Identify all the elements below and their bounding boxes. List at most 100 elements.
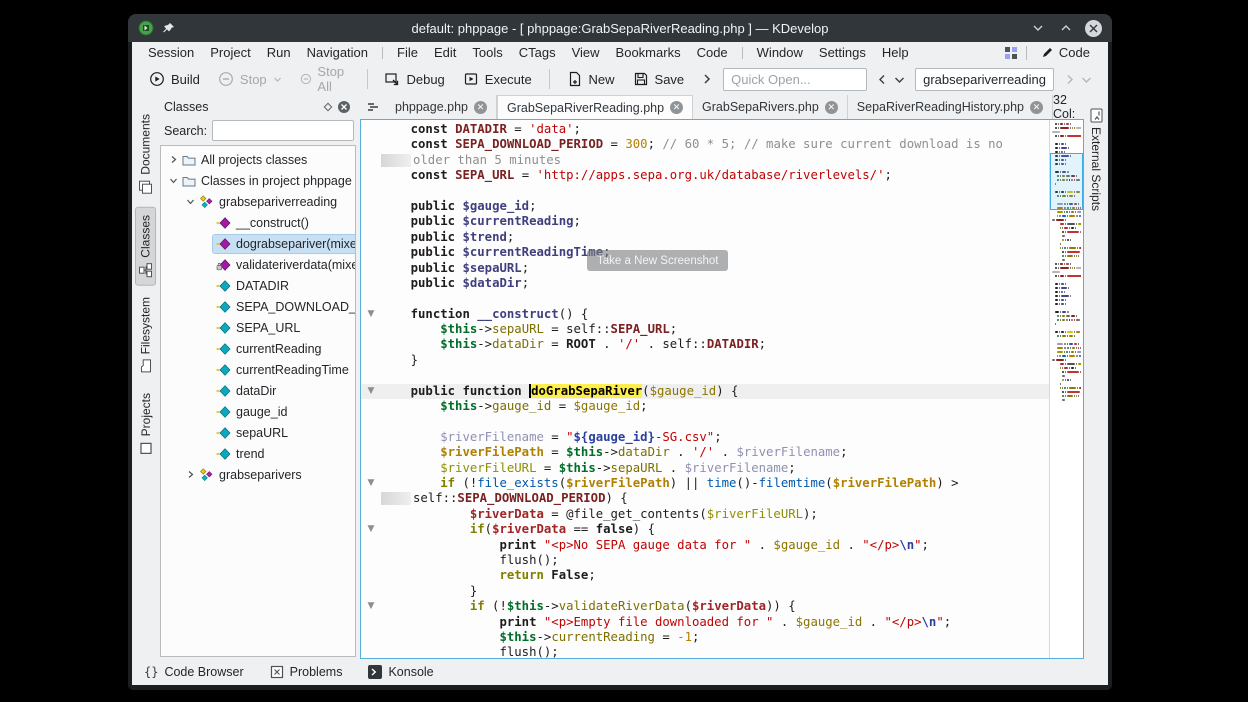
document-list-icon[interactable]	[360, 95, 386, 119]
titlebar[interactable]: default: phppage - [ phppage:GrabSepaRiv…	[128, 14, 1112, 42]
menu-bookmarks[interactable]: Bookmarks	[608, 44, 689, 61]
tab-close-icon[interactable]: ✕	[670, 101, 683, 114]
fold-marker[interactable]: ▼	[361, 307, 381, 322]
class-tree-item[interactable]: SEPA_DOWNLOAD_PERIOD	[161, 296, 355, 317]
class-search-input[interactable]	[212, 120, 354, 141]
editor-tab[interactable]: SepaRiverReadingHistory.php✕	[848, 95, 1053, 119]
minimap[interactable]	[1049, 120, 1083, 658]
code-line: const SEPA_DOWNLOAD_PERIOD = 300; // 60 …	[361, 137, 1049, 152]
menu-navigation[interactable]: Navigation	[299, 44, 376, 61]
class-tree-item[interactable]: SEPA_URL	[161, 317, 355, 338]
code-line: public $currentReading;	[361, 214, 1049, 229]
class-tree-item[interactable]: dataDir	[161, 380, 355, 401]
class-tree-item[interactable]: grabsepariverreading	[161, 191, 355, 212]
gutter	[361, 553, 381, 568]
konsole-button[interactable]: Konsole	[368, 665, 433, 679]
code-editor[interactable]: const DATADIR = 'data'; const SEPA_DOWNL…	[360, 119, 1084, 659]
editor-tabbar: phppage.php✕GrabSepaRiverReading.php✕Gra…	[360, 95, 1084, 119]
code-browser-button[interactable]: {} Code Browser	[144, 665, 244, 679]
class-tree-item[interactable]: Classes in project phppage	[161, 170, 355, 191]
minimap-viewport[interactable]	[1050, 153, 1083, 210]
expander-collapsed[interactable]	[167, 155, 179, 164]
expander-expanded[interactable]	[184, 197, 196, 206]
float-panel-icon[interactable]	[320, 99, 336, 115]
gutter	[361, 538, 381, 553]
expander-expanded[interactable]	[167, 176, 179, 185]
dock-tab-projects[interactable]: Projects	[137, 386, 155, 462]
class-tree-item[interactable]: currentReadingTime	[161, 359, 355, 380]
gutter	[361, 122, 381, 137]
menu-file[interactable]: File	[389, 44, 426, 61]
menu-help[interactable]: Help	[874, 44, 917, 61]
editor-tab[interactable]: GrabSepaRivers.php✕	[693, 95, 848, 119]
menu-view[interactable]: View	[564, 44, 608, 61]
stop-all-button[interactable]: Stop All	[293, 60, 357, 98]
menu-ctags[interactable]: CTags	[511, 44, 564, 61]
dock-tab-documents[interactable]: Documents	[136, 107, 155, 202]
menu-run[interactable]: Run	[259, 44, 299, 61]
save-button[interactable]: Save	[626, 67, 692, 91]
menu-tools[interactable]: Tools	[464, 44, 510, 61]
class-tree-item[interactable]: All projects classes	[161, 149, 355, 170]
editor-tab[interactable]: GrabSepaRiverReading.php✕	[497, 95, 693, 119]
symbol-search-input[interactable]: grabsepariverreading	[915, 68, 1054, 91]
execute-button[interactable]: Execute	[456, 67, 539, 91]
tab-close-icon[interactable]: ✕	[1030, 101, 1043, 114]
class-tree-item[interactable]: currentReading	[161, 338, 355, 359]
debug-button[interactable]: Debug	[377, 67, 451, 91]
fold-marker[interactable]: ▼	[361, 384, 381, 399]
menu-session[interactable]: Session	[140, 44, 202, 61]
class-tree-item[interactable]: DATADIR	[161, 275, 355, 296]
code-line: flush();	[361, 553, 1049, 568]
area-switcher-icon[interactable]	[1004, 46, 1018, 60]
search-prev-button[interactable]	[877, 74, 888, 85]
code-line: $riverFilename = "${gauge_id}-SG.csv";	[361, 430, 1049, 445]
search-dropdown-button[interactable]	[894, 74, 905, 85]
dock-tab-classes[interactable]: Classes	[136, 208, 155, 285]
gutter	[361, 230, 381, 245]
toolbar-expand-button[interactable]	[695, 69, 719, 89]
stop-button[interactable]: Stop	[211, 67, 289, 91]
gutter	[361, 322, 381, 337]
class-tree-item[interactable]: trend	[161, 443, 355, 464]
class-tree-item[interactable]: __construct()	[161, 212, 355, 233]
minimize-button[interactable]	[1029, 19, 1047, 37]
new-button[interactable]: New	[560, 67, 622, 91]
class-tree-item[interactable]: dograbsepariver(mixed)	[161, 233, 355, 254]
class-tree-item[interactable]: grabseparivers	[161, 464, 355, 485]
braces-icon: {}	[144, 665, 158, 679]
pin-icon[interactable]	[162, 22, 175, 35]
menu-settings[interactable]: Settings	[811, 44, 874, 61]
class-tree[interactable]: All projects classesClasses in project p…	[160, 145, 356, 657]
maximize-button[interactable]	[1057, 19, 1075, 37]
quick-open-input[interactable]: Quick Open...	[723, 68, 867, 91]
gutter	[361, 214, 381, 229]
field-icon	[216, 322, 231, 334]
dock-tab-external-scripts[interactable]: External Scripts	[1087, 103, 1106, 217]
close-button[interactable]	[1085, 20, 1102, 37]
menu-window[interactable]: Window	[749, 44, 811, 61]
search-next-dropdown-button[interactable]	[1081, 74, 1092, 85]
projects-icon	[139, 441, 153, 455]
code-mode-button[interactable]: Code	[1035, 44, 1096, 61]
fold-marker[interactable]: ▼	[361, 522, 381, 537]
dock-tab-filesystem[interactable]: Filesystem	[136, 290, 155, 379]
class-tree-item[interactable]: gauge_id	[161, 401, 355, 422]
menu-code[interactable]: Code	[689, 44, 736, 61]
build-button[interactable]: Build	[142, 67, 207, 91]
menu-edit[interactable]: Edit	[426, 44, 464, 61]
kdevelop-app-icon	[138, 20, 154, 36]
close-panel-icon[interactable]	[336, 99, 352, 115]
line-wrap-marker	[381, 492, 411, 505]
class-tree-item[interactable]: sepaURL	[161, 422, 355, 443]
tab-close-icon[interactable]: ✕	[474, 101, 487, 114]
fold-marker[interactable]: ▼	[361, 599, 381, 614]
search-next-button[interactable]	[1064, 74, 1075, 85]
tab-close-icon[interactable]: ✕	[825, 101, 838, 114]
menu-project[interactable]: Project	[202, 44, 258, 61]
fold-marker[interactable]: ▼	[361, 476, 381, 491]
editor-tab[interactable]: phppage.php✕	[386, 95, 497, 119]
expander-collapsed[interactable]	[184, 470, 196, 479]
class-tree-item[interactable]: validateriverdata(mixed)	[161, 254, 355, 275]
problems-button[interactable]: Problems	[270, 665, 343, 679]
